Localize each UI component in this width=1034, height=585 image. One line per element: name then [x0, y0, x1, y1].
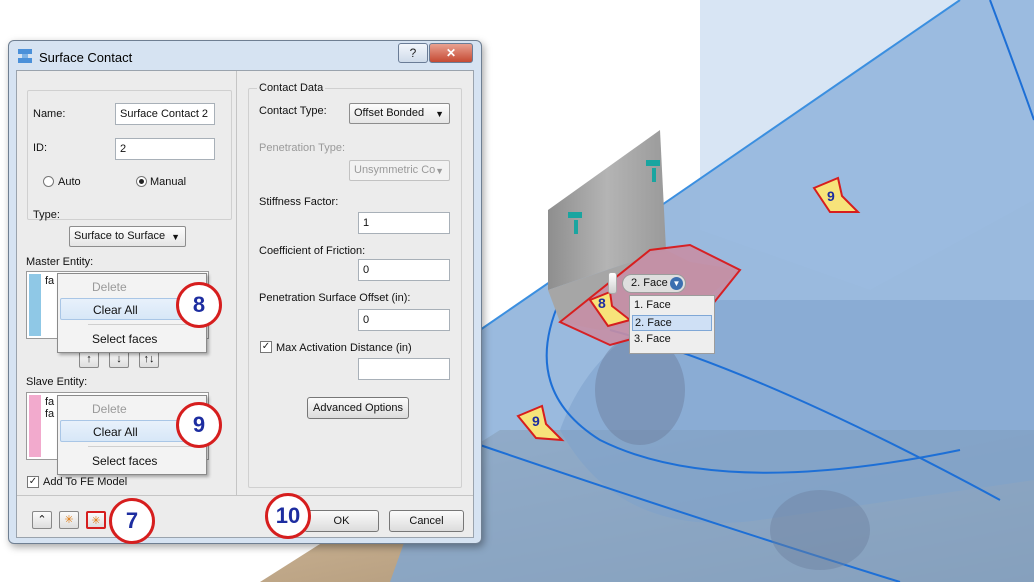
menu-select-faces[interactable]: Select faces [60, 450, 204, 472]
auto-radio[interactable] [43, 176, 54, 187]
stiffness-label: Stiffness Factor: [259, 196, 339, 208]
face-option-selected[interactable]: 2. Face [632, 315, 712, 331]
menu-separator [88, 324, 202, 325]
help-button[interactable]: ? [398, 43, 428, 63]
column-divider [236, 71, 237, 495]
id-field[interactable]: 2 [115, 138, 215, 160]
manual-radio[interactable] [136, 176, 147, 187]
face-option[interactable]: 1. Face [632, 298, 712, 314]
callout-10: 10 [265, 493, 311, 539]
contact-type-dropdown[interactable]: Offset Bonded ▼ [349, 103, 450, 124]
penetration-type-value: Unsymmetric Co [354, 164, 436, 176]
friction-label: Coefficient of Friction: [259, 245, 366, 257]
slave-color-swatch [29, 395, 41, 457]
dialog-titlebar[interactable]: Surface Contact ? ✕ [9, 41, 481, 71]
contact-type-label: Contact Type: [259, 105, 327, 117]
add-fe-checkbox[interactable]: ✓ [27, 476, 39, 488]
master-entity-label: Master Entity: [26, 256, 94, 268]
footer-divider [17, 495, 473, 496]
callout-7: 7 [109, 498, 155, 544]
master-list-item[interactable]: fa [45, 275, 54, 287]
spark-multi-icon: ✳ [91, 515, 101, 527]
penetration-type-dropdown: Unsymmetric Co ▼ [349, 160, 450, 181]
friction-field[interactable]: 0 [358, 259, 450, 281]
name-field[interactable]: Surface Contact 2 [115, 103, 215, 125]
callout-8: 8 [176, 282, 222, 328]
type-dropdown[interactable]: Surface to Surface ▼ [69, 226, 186, 247]
menu-select-faces[interactable]: Select faces [60, 328, 204, 350]
name-label: Name: [33, 108, 66, 120]
face-picker-dropdown[interactable]: 2. Face ▼ [622, 274, 686, 293]
chevron-down-icon: ▼ [435, 166, 444, 176]
slave-entity-label: Slave Entity: [26, 376, 88, 388]
callout-9: 9 [176, 402, 222, 448]
contact-data-title: Contact Data [257, 82, 326, 94]
surface-offset-field[interactable]: 0 [358, 309, 450, 331]
dialog-title: Surface Contact [39, 50, 133, 65]
svg-text:8: 8 [598, 295, 606, 311]
add-fe-label: Add To FE Model [43, 476, 128, 488]
max-activation-field[interactable] [358, 358, 450, 380]
face-picker-list[interactable]: 1. Face 2. Face 3. Face [629, 295, 715, 354]
double-chevron-up-icon: ⌃ [37, 514, 47, 526]
face-picker-value: 2. Face [631, 277, 668, 289]
chevron-down-icon: ▼ [435, 109, 444, 119]
type-label: Type: [33, 209, 60, 221]
spark-icon: ✳ [64, 514, 74, 526]
menu-separator [88, 446, 202, 447]
manual-label: Manual [150, 176, 187, 188]
master-color-swatch [29, 274, 41, 336]
chevron-down-icon[interactable]: ▼ [670, 277, 683, 290]
collapse-button[interactable]: ⌃ [32, 511, 52, 529]
svg-text:9: 9 [532, 413, 540, 429]
contact-type-value: Offset Bonded [354, 107, 425, 119]
cancel-button[interactable]: Cancel [389, 510, 464, 532]
penetration-type-label: Penetration Type: [259, 142, 346, 154]
type-dropdown-value: Surface to Surface [74, 230, 166, 242]
surface-contact-icon [18, 49, 32, 63]
close-button[interactable]: ✕ [429, 43, 473, 63]
spark-tool-button[interactable]: ✳ [59, 511, 79, 529]
face-picker-handle[interactable] [608, 272, 617, 294]
chevron-down-icon: ▼ [171, 232, 180, 242]
max-activation-checkbox[interactable]: ✓ [260, 341, 272, 353]
id-label: ID: [33, 142, 48, 154]
face-option[interactable]: 3. Face [632, 332, 712, 348]
surface-offset-label: Penetration Surface Offset (in): [259, 292, 411, 304]
advanced-options-button[interactable]: Advanced Options [307, 397, 409, 419]
auto-label: Auto [58, 176, 81, 188]
max-activation-label: Max Activation Distance (in) [276, 342, 412, 354]
auto-detect-button[interactable]: ✳ [86, 511, 106, 529]
slave-list-item[interactable]: fa [45, 396, 54, 408]
stiffness-field[interactable]: 1 [358, 212, 450, 234]
ok-button[interactable]: OK [304, 510, 379, 532]
svg-text:9: 9 [827, 188, 835, 204]
slave-list-item[interactable]: fa [45, 408, 54, 420]
